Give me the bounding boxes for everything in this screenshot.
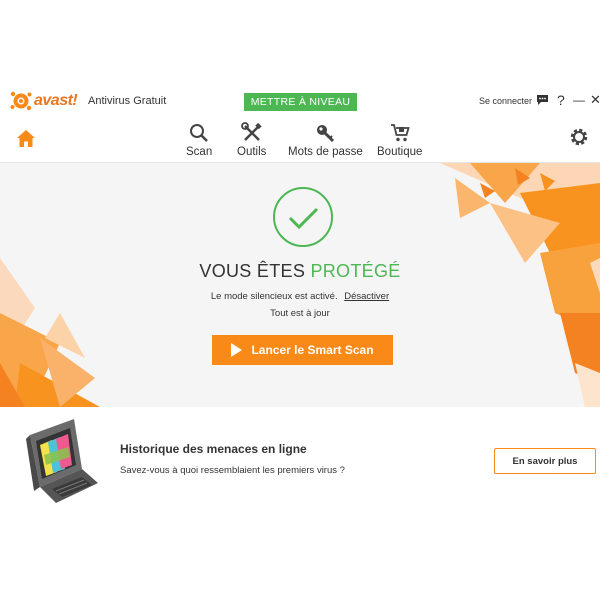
home-icon[interactable] bbox=[15, 128, 37, 150]
nav-label: Outils bbox=[237, 146, 267, 158]
silent-mode-line: Le mode silencieux est activé. Désactive… bbox=[0, 291, 600, 302]
tools-icon bbox=[240, 122, 262, 141]
retro-computer-illustration bbox=[26, 419, 98, 503]
status-panel: VOUS ÊTES PROTÉGÉ Le mode silencieux est… bbox=[0, 163, 600, 407]
promo-title: Historique des menaces en ligne bbox=[120, 442, 307, 456]
help-icon[interactable]: ? bbox=[557, 92, 565, 108]
silent-mode-text: Le mode silencieux est activé. bbox=[210, 291, 338, 302]
brand-name: avast! bbox=[34, 92, 78, 109]
product-name: Antivirus Gratuit bbox=[88, 95, 167, 107]
smart-scan-label: Lancer le Smart Scan bbox=[251, 343, 374, 357]
status-prefix: VOUS ÊTES bbox=[199, 261, 306, 281]
nav-label: Boutique bbox=[377, 146, 423, 158]
avast-window: avast! Antivirus Gratuit METTRE À NIVEAU… bbox=[0, 0, 600, 600]
nav-label: Mots de passe bbox=[288, 146, 363, 158]
signin-link[interactable]: Se connecter bbox=[479, 96, 532, 106]
status-highlight: PROTÉGÉ bbox=[310, 261, 401, 281]
magnifier-icon bbox=[190, 124, 208, 142]
protection-status: VOUS ÊTES PROTÉGÉ bbox=[0, 261, 600, 282]
upgrade-button[interactable]: METTRE À NIVEAU bbox=[244, 93, 357, 111]
learn-more-button[interactable]: En savoir plus bbox=[494, 448, 596, 474]
minimize-icon[interactable]: — bbox=[573, 92, 585, 108]
promo-text: Savez-vous à quoi ressemblaient les prem… bbox=[120, 465, 345, 476]
uptodate-text: Tout est à jour bbox=[270, 308, 330, 319]
close-icon[interactable]: ✕ bbox=[590, 92, 600, 108]
avast-logo-icon bbox=[10, 91, 32, 111]
nav-item-boutique[interactable]: Boutique bbox=[377, 122, 422, 158]
protected-check-icon bbox=[273, 187, 333, 247]
title-bar: avast! Antivirus Gratuit METTRE À NIVEAU… bbox=[0, 86, 600, 118]
nav-item-scan[interactable]: Scan bbox=[186, 122, 212, 158]
disable-silent-mode-link[interactable]: Désactiver bbox=[344, 291, 389, 302]
nav-bar: Scan Outils Mots de passe Boutique bbox=[0, 118, 600, 163]
smart-scan-button[interactable]: Lancer le Smart Scan bbox=[212, 335, 393, 365]
nav-item-outils[interactable]: Outils bbox=[237, 122, 266, 158]
play-icon bbox=[231, 343, 243, 357]
nav-label: Scan bbox=[186, 146, 213, 158]
nav-item-passwords[interactable]: Mots de passe bbox=[288, 122, 363, 158]
cart-icon bbox=[390, 124, 410, 142]
promo-panel: Historique des menaces en ligne Savez-vo… bbox=[0, 407, 600, 517]
avast-logo: avast! bbox=[10, 90, 78, 112]
chat-icon[interactable] bbox=[536, 92, 549, 108]
key-icon bbox=[317, 125, 335, 143]
gear-icon[interactable] bbox=[568, 126, 590, 148]
